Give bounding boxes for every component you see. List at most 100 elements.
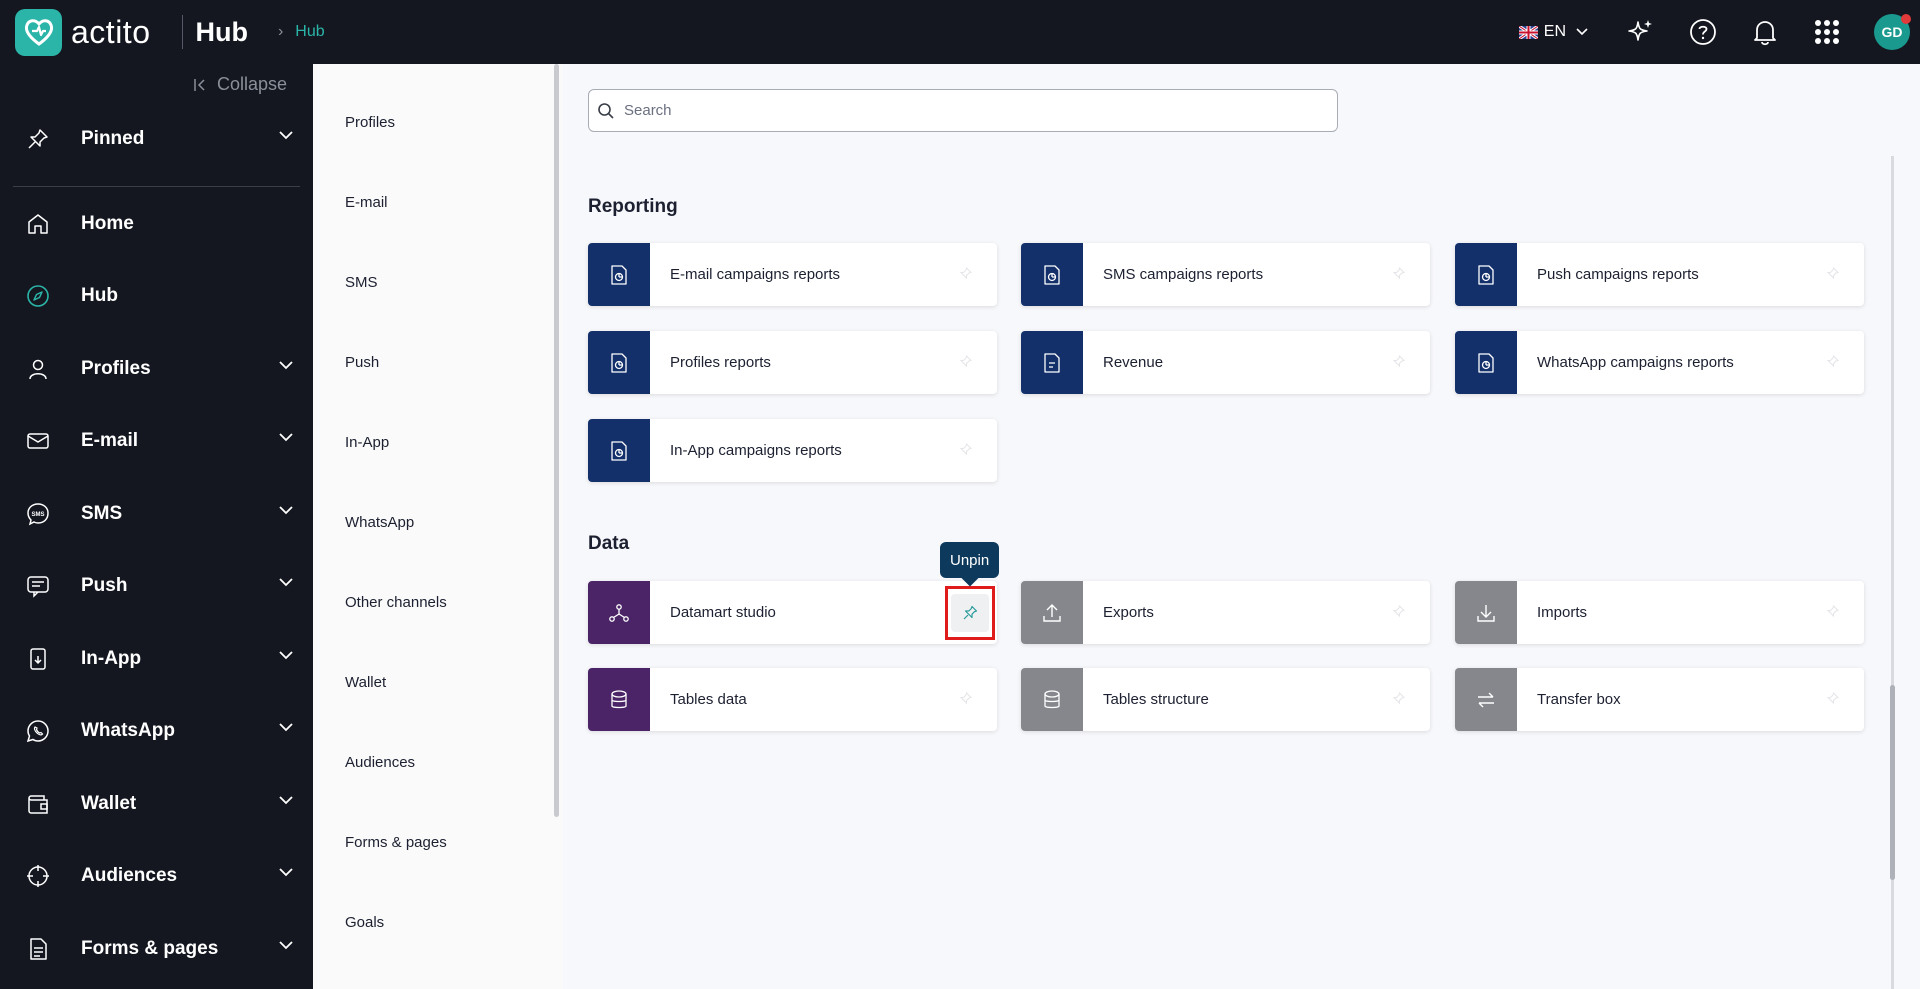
sidebar-item-label: Home <box>81 213 134 234</box>
sidebar-item-label: WhatsApp <box>81 720 175 741</box>
collapse-icon <box>194 78 205 91</box>
card-exports[interactable]: Exports <box>1021 581 1430 644</box>
card-label: Profiles reports <box>670 354 771 371</box>
topbar-divider <box>182 15 184 49</box>
chevron-down-icon <box>1576 28 1588 36</box>
hub-category-profiles[interactable]: Profiles <box>345 114 395 131</box>
phone-icon <box>25 646 51 672</box>
push-icon <box>25 573 51 599</box>
card-datamart-studio[interactable]: Datamart studio <box>588 581 997 644</box>
card-label: WhatsApp campaigns reports <box>1537 354 1734 371</box>
pin-icon[interactable] <box>1824 266 1840 282</box>
sidebar-item-hub[interactable]: Hub <box>0 271 313 321</box>
pin-icon[interactable] <box>1824 691 1840 707</box>
sidebar-item-home[interactable]: Home <box>0 199 313 249</box>
card-email-campaigns-reports[interactable]: E-mail campaigns reports <box>588 243 997 306</box>
breadcrumb-chevron-icon: › <box>277 23 284 40</box>
hub-category-wallet[interactable]: Wallet <box>345 674 386 691</box>
home-icon <box>25 211 51 237</box>
pin-icon[interactable] <box>1390 354 1406 370</box>
app-grid-icon[interactable] <box>1812 17 1842 47</box>
pin-icon[interactable] <box>1390 691 1406 707</box>
card-push-campaigns-reports[interactable]: Push campaigns reports <box>1455 243 1864 306</box>
wallet-icon <box>25 791 51 817</box>
user-avatar[interactable]: GD <box>1874 14 1911 50</box>
sidebar-item-sms[interactable]: SMS SMS <box>0 489 313 539</box>
card-whatsapp-campaigns-reports[interactable]: WhatsApp campaigns reports <box>1455 331 1864 394</box>
sms-icon: SMS <box>25 501 51 527</box>
section-title-data: Data <box>588 533 630 554</box>
card-label: Tables structure <box>1103 691 1209 708</box>
pin-icon[interactable] <box>957 691 973 707</box>
notifications-bell-icon[interactable] <box>1750 17 1780 47</box>
help-icon[interactable] <box>1688 17 1718 47</box>
hub-category-whatsapp[interactable]: WhatsApp <box>345 514 414 531</box>
hub-category-sms[interactable]: SMS <box>345 274 378 291</box>
sidebar-item-label: In-App <box>81 648 142 669</box>
pin-icon[interactable] <box>957 266 973 282</box>
pin-icon[interactable] <box>957 442 973 458</box>
sidebar-item-profiles[interactable]: Profiles <box>0 344 313 394</box>
card-label: Exports <box>1103 604 1154 621</box>
card-label: Push campaigns reports <box>1537 266 1699 283</box>
card-profiles-reports[interactable]: Profiles reports <box>588 331 997 394</box>
unpin-button[interactable] <box>945 586 995 640</box>
card-label: Tables data <box>670 691 747 708</box>
hub-category-in-app[interactable]: In-App <box>345 434 389 451</box>
card-label: Imports <box>1537 604 1588 621</box>
breadcrumb-hub[interactable]: Hub <box>295 23 324 41</box>
card-transfer-box[interactable]: Transfer box <box>1455 668 1864 731</box>
card-revenue[interactable]: Revenue <box>1021 331 1430 394</box>
sparkle-ai-icon[interactable] <box>1626 17 1656 47</box>
hub-category-audiences[interactable]: Audiences <box>345 754 415 771</box>
main-scrollbar-thumb[interactable] <box>1890 685 1895 880</box>
pin-icon[interactable] <box>1390 266 1406 282</box>
chevron-down-icon <box>279 506 293 515</box>
sidebar-item-label: Hub <box>81 285 118 306</box>
sidebar-item-pinned[interactable]: Pinned <box>0 114 313 164</box>
card-in-app-campaigns-reports[interactable]: In-App campaigns reports <box>588 419 997 482</box>
mail-icon <box>25 428 51 454</box>
hub-category-forms-pages[interactable]: Forms & pages <box>345 834 447 851</box>
sidebar-item-push[interactable]: Push <box>0 561 313 611</box>
sidebar-item-audiences[interactable]: Audiences <box>0 851 313 901</box>
database-icon <box>588 668 650 731</box>
chevron-down-icon <box>279 578 293 587</box>
actito-logo[interactable]: actito <box>15 8 151 56</box>
sidebar-item-in-app[interactable]: In-App <box>0 634 313 684</box>
top-bar: actito Hub › Hub EN GD <box>0 0 1920 64</box>
card-sms-campaigns-reports[interactable]: SMS campaigns reports <box>1021 243 1430 306</box>
report-icon <box>588 419 650 482</box>
main-sidebar: Collapse Pinned Home Hub Profiles E-mail… <box>0 64 313 989</box>
search-input[interactable] <box>624 102 1304 119</box>
hub-category-email[interactable]: E-mail <box>345 194 388 211</box>
unpin-tooltip: Unpin <box>940 542 1000 587</box>
hub-category-push[interactable]: Push <box>345 354 379 371</box>
hub-category-other-channels[interactable]: Other channels <box>345 594 447 611</box>
card-imports[interactable]: Imports <box>1455 581 1864 644</box>
sidebar-item-wallet[interactable]: Wallet <box>0 779 313 829</box>
category-menu-scrollbar[interactable] <box>554 64 559 817</box>
pin-icon[interactable] <box>1824 354 1840 370</box>
sidebar-item-whatsapp[interactable]: WhatsApp <box>0 706 313 756</box>
sidebar-item-label: Profiles <box>81 358 151 379</box>
collapse-button[interactable]: Collapse <box>193 74 287 95</box>
card-tables-data[interactable]: Tables data <box>588 668 997 731</box>
pin-icon[interactable] <box>957 354 973 370</box>
avatar-initials: GD <box>1881 24 1903 40</box>
sidebar-item-forms-pages[interactable]: Forms & pages <box>0 924 313 974</box>
pin-icon[interactable] <box>1824 604 1840 620</box>
database-icon <box>1021 668 1083 731</box>
language-selector[interactable]: EN <box>1518 23 1588 41</box>
logo-text: actito <box>71 13 151 50</box>
search-icon <box>598 102 614 119</box>
hub-category-goals[interactable]: Goals <box>345 914 384 931</box>
sidebar-item-email[interactable]: E-mail <box>0 416 313 466</box>
download-icon <box>1455 581 1517 644</box>
app-name: Hub <box>195 16 248 47</box>
card-label: Revenue <box>1103 354 1164 371</box>
card-tables-structure[interactable]: Tables structure <box>1021 668 1430 731</box>
search-box[interactable] <box>588 89 1338 132</box>
pin-icon[interactable] <box>1390 604 1406 620</box>
sidebar-item-label: Push <box>81 575 128 596</box>
